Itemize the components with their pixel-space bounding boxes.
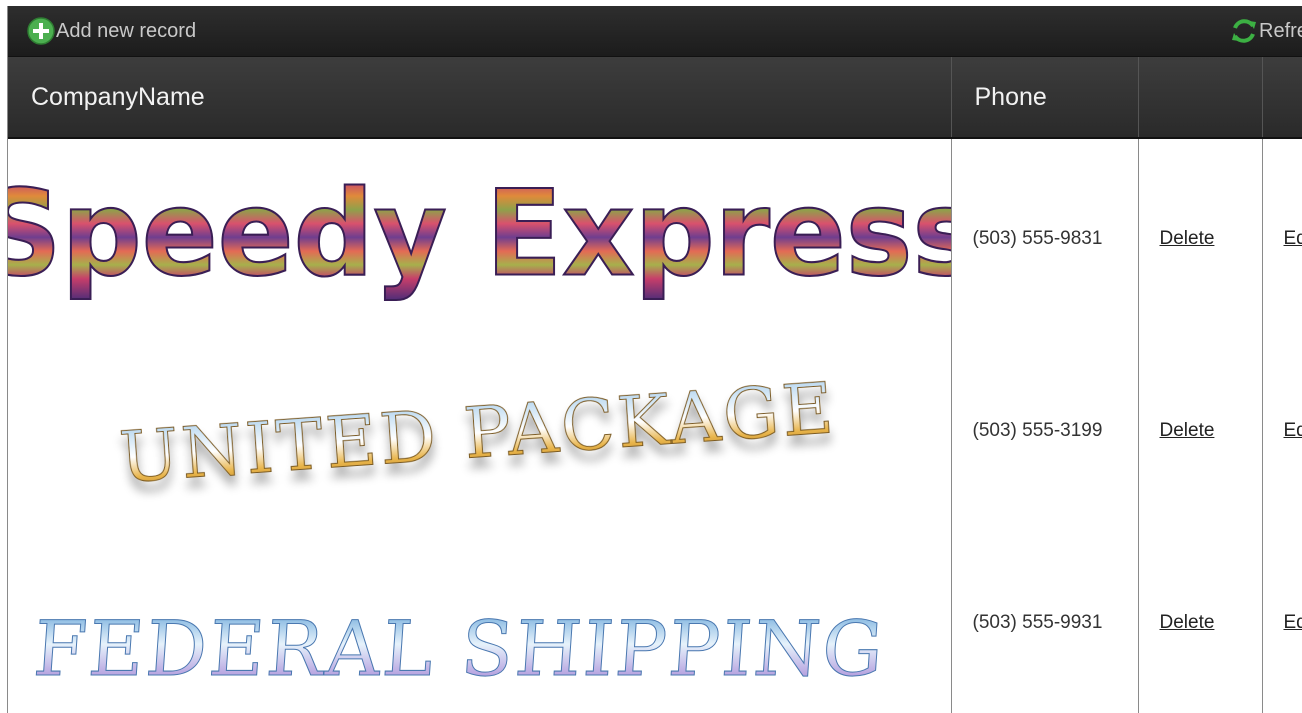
- edit-link[interactable]: Edit: [1284, 228, 1302, 249]
- column-header-phone[interactable]: Phone: [950, 57, 1138, 139]
- add-new-record-label: Add new record: [56, 19, 197, 42]
- phone-cell: (503) 555-9831: [950, 138, 1138, 335]
- delete-link[interactable]: Delete: [1160, 228, 1215, 249]
- column-header-companyname[interactable]: CompanyName: [8, 57, 951, 139]
- delete-cell: Delete: [1137, 138, 1262, 335]
- edit-cell: Edit: [1261, 527, 1302, 713]
- federal-shipping-logo-image: Federal Shipping: [30, 604, 888, 694]
- add-circle-icon: [26, 16, 56, 46]
- edit-cell: Edit: [1261, 335, 1302, 527]
- company-logo-cell: Speedy Express: [8, 138, 951, 335]
- header-row: CompanyName Phone: [8, 57, 1302, 139]
- united-package-logo-image: United Package: [116, 367, 839, 500]
- company-logo-cell: United Package: [8, 335, 951, 527]
- delete-link[interactable]: Delete: [1160, 612, 1215, 633]
- column-header-delete-command: [1137, 57, 1262, 139]
- refresh-button[interactable]: Refresh: [1229, 6, 1302, 56]
- delete-cell: Delete: [1137, 527, 1262, 713]
- phone-cell: (503) 555-9931: [950, 527, 1138, 713]
- phone-cell: (503) 555-3199: [950, 335, 1138, 527]
- edit-cell: Edit: [1261, 138, 1302, 335]
- speedy-express-logo-image: Speedy Express: [8, 165, 951, 305]
- edit-link[interactable]: Edit: [1284, 612, 1302, 633]
- refresh-icon: [1229, 16, 1259, 46]
- table-row: Speedy Express (503) 555-9831 Delete Edi…: [8, 138, 1302, 335]
- column-header-edit-command: [1261, 57, 1302, 139]
- table-row: United Package (503) 555-3199 Delete Edi…: [8, 335, 1302, 527]
- edit-link[interactable]: Edit: [1284, 420, 1302, 441]
- grid-toolbar: Add new record Refresh: [8, 6, 1302, 57]
- company-logo-cell: Federal Shipping: [8, 527, 951, 713]
- svg-text:Federal Shipping: Federal Shipping: [31, 604, 888, 693]
- refresh-label: Refresh: [1259, 19, 1302, 42]
- delete-cell: Delete: [1137, 335, 1262, 527]
- table-row: Federal Shipping (503) 555-9931 Delete E…: [8, 527, 1302, 713]
- svg-text:United Package: United Package: [117, 367, 839, 499]
- delete-link[interactable]: Delete: [1160, 420, 1215, 441]
- svg-text:Speedy Express: Speedy Express: [8, 166, 951, 304]
- records-table: CompanyName Phone Speedy Express (503) 5…: [8, 57, 1302, 713]
- data-grid: Add new record Refresh CompanyName: [7, 6, 1302, 713]
- add-new-record-button[interactable]: Add new record: [26, 6, 196, 56]
